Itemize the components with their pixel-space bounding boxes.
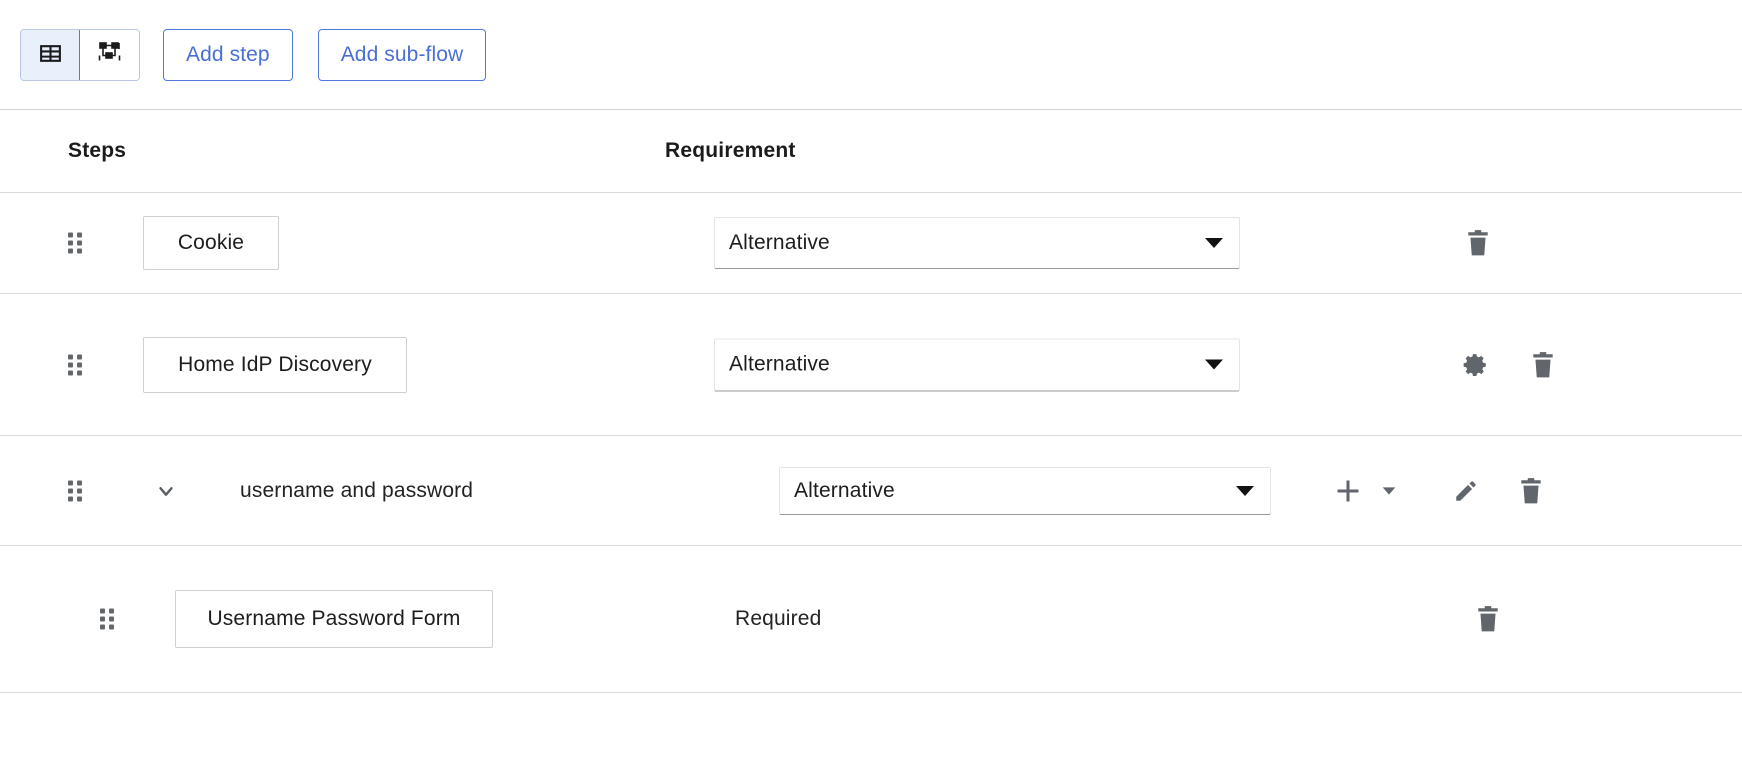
requirement-label: Required <box>735 607 821 631</box>
table-icon <box>38 41 63 69</box>
requirement-select-value: Alternative <box>715 353 830 377</box>
trash-icon <box>1475 605 1501 633</box>
chevron-down-icon <box>155 480 177 502</box>
table-view-toggle-button[interactable] <box>21 30 80 80</box>
drag-handle[interactable] <box>68 480 82 501</box>
drag-handle[interactable] <box>100 609 114 630</box>
toolbar: Add step Add sub-flow <box>0 0 1742 110</box>
chevron-down-icon <box>1205 360 1223 370</box>
plus-icon <box>1334 477 1362 505</box>
table-row: Username Password Form Required <box>0 546 1742 693</box>
requirement-select[interactable]: Alternative <box>779 467 1271 515</box>
step-settings-button[interactable] <box>1463 352 1489 378</box>
steps-table: Steps Requirement Cookie Alternative <box>0 110 1742 693</box>
add-step-button[interactable]: Add step <box>163 29 293 81</box>
delete-step-button[interactable] <box>1475 605 1501 633</box>
step-name-chip[interactable]: Home IdP Discovery <box>143 337 407 393</box>
delete-step-button[interactable] <box>1530 351 1556 379</box>
drag-handle-icon[interactable] <box>68 354 82 375</box>
edit-subflow-button[interactable] <box>1453 478 1479 504</box>
expand-subflow-toggle[interactable] <box>155 480 177 502</box>
requirement-select-value: Alternative <box>715 231 830 255</box>
caret-down-icon <box>1380 482 1398 500</box>
table-row: username and password Alternative <box>0 436 1742 546</box>
drag-handle[interactable] <box>68 233 82 254</box>
delete-step-button[interactable] <box>1465 229 1491 257</box>
view-mode-toggle-group <box>20 29 140 81</box>
drag-handle[interactable] <box>68 354 82 375</box>
chevron-down-icon <box>1236 486 1254 496</box>
subflow-name-label[interactable]: username and password <box>240 479 473 503</box>
drag-handle-icon[interactable] <box>68 480 82 501</box>
table-row: Home IdP Discovery Alternative <box>0 294 1742 436</box>
requirement-select[interactable]: Alternative <box>714 217 1240 269</box>
pencil-icon <box>1453 478 1479 504</box>
trash-icon <box>1530 351 1556 379</box>
gear-icon <box>1463 352 1489 378</box>
column-header-steps: Steps <box>68 139 126 163</box>
chevron-down-icon <box>1205 238 1223 248</box>
drag-handle-icon[interactable] <box>100 609 114 630</box>
add-subflow-button[interactable]: Add sub-flow <box>318 29 487 81</box>
step-name-chip[interactable]: Cookie <box>143 216 279 270</box>
step-name-chip[interactable]: Username Password Form <box>175 590 493 648</box>
add-menu-dropdown-button[interactable] <box>1380 482 1398 500</box>
requirement-select[interactable]: Alternative <box>714 338 1240 391</box>
delete-subflow-button[interactable] <box>1518 477 1544 505</box>
trash-icon <box>1465 229 1491 257</box>
drag-handle-icon[interactable] <box>68 233 82 254</box>
trash-icon <box>1518 477 1544 505</box>
add-execution-button[interactable] <box>1334 477 1362 505</box>
requirement-select-value: Alternative <box>780 479 895 503</box>
table-header-row: Steps Requirement <box>0 110 1742 193</box>
diagram-view-toggle-button[interactable] <box>80 30 139 80</box>
authentication-flow-page: Add step Add sub-flow Steps Requirement … <box>0 0 1742 772</box>
table-row: Cookie Alternative <box>0 193 1742 294</box>
column-header-requirement: Requirement <box>665 139 796 163</box>
flowchart-icon <box>97 40 123 69</box>
